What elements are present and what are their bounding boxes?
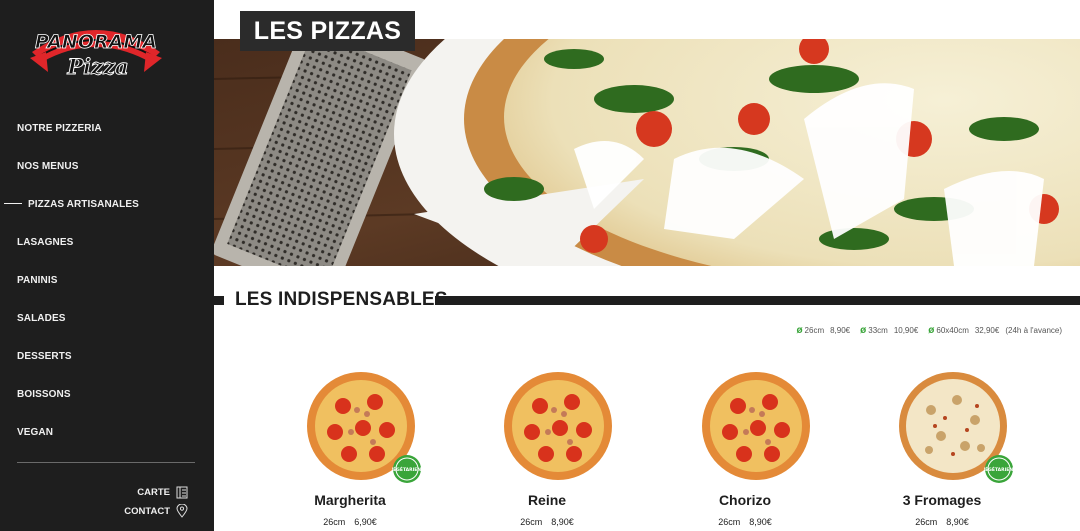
- contact-label: CONTACT: [124, 505, 170, 517]
- diameter-icon: ø: [928, 325, 935, 336]
- pizza-price: 26cm 8,90€: [457, 517, 637, 527]
- nav-item-boissons[interactable]: BOISSONS: [17, 389, 71, 400]
- section-rule-left: [214, 296, 224, 305]
- nav-item-notre-pizzeria[interactable]: NOTRE PIZZERIA: [17, 123, 102, 134]
- nav-item-nos-menus[interactable]: NOS MENUS: [17, 161, 78, 172]
- nav-item-salades[interactable]: SALADES: [17, 313, 65, 324]
- active-indicator: [4, 203, 22, 204]
- nav-item-paninis[interactable]: PANINIS: [17, 275, 58, 286]
- pizza-price-value: 8,90€: [551, 517, 574, 527]
- size-item-60x40: ø 60x40cm 32,90€ (24h à l'avance): [928, 325, 1062, 336]
- panorama-pizza-logo-icon: PANORAMA Pizza: [30, 30, 162, 79]
- pizza-price-value: 6,90€: [354, 517, 377, 527]
- section-rule-right: [435, 296, 1080, 305]
- sidebar: PANORAMA Pizza NOTRE PIZZERIA NOS MENUS …: [0, 0, 214, 531]
- pizza-image: [702, 372, 810, 480]
- contact-link[interactable]: CONTACT: [124, 504, 188, 518]
- pizza-size: 26cm: [520, 517, 543, 527]
- diameter-icon: ø: [796, 325, 803, 336]
- pizza-size: 26cm: [718, 517, 741, 527]
- size-item-26: ø 26cm 8,90€: [796, 325, 850, 336]
- pizza-card-3-fromages[interactable]: VÉGÉTARIENS 3 Fromages 26cm 8,90€: [852, 370, 1032, 531]
- size-price: 8,90€: [830, 326, 851, 335]
- nav-item-vegan[interactable]: VEGAN: [17, 427, 53, 438]
- pizza-price: 26cm 6,90€: [260, 517, 440, 527]
- pizza-price: 26cm 8,90€: [852, 517, 1032, 527]
- carte-label: CARTE: [137, 487, 170, 498]
- vegetarian-badge-icon: VÉGÉTARIENS: [392, 455, 422, 483]
- carte-link[interactable]: CARTE: [137, 486, 188, 499]
- diameter-icon: ø: [860, 325, 867, 336]
- size-label: 60x40cm: [936, 326, 969, 335]
- size-label: 33cm: [868, 326, 888, 335]
- section-title: LES INDISPENSABLES: [235, 289, 448, 310]
- hero-banner-image: [214, 39, 1080, 266]
- logo[interactable]: PANORAMA Pizza: [26, 14, 166, 86]
- page-title: LES PIZZAS: [240, 11, 415, 51]
- svg-text:Pizza: Pizza: [66, 54, 128, 79]
- nav-item-lasagnes[interactable]: LASAGNES: [17, 237, 73, 248]
- nav-item-pizzas-artisanales[interactable]: PIZZAS ARTISANALES: [28, 199, 139, 210]
- pizza-card-chorizo[interactable]: Chorizo 26cm 8,90€: [655, 370, 835, 531]
- pizza-size: 26cm: [323, 517, 346, 527]
- pizza-name: 3 Fromages: [902, 492, 982, 508]
- size-label: 26cm: [804, 326, 825, 335]
- pizza-card-reine[interactable]: Reine 26cm 8,90€: [457, 370, 637, 531]
- pizza-name: Margherita: [314, 492, 386, 508]
- svg-text:PANORAMA: PANORAMA: [35, 31, 157, 53]
- sidebar-divider: [17, 462, 195, 463]
- pizza-size: 26cm: [915, 517, 938, 527]
- main-content: LES PIZZAS LES INDISPENSABLES ø 26cm 8,9…: [214, 0, 1080, 531]
- pizza-name: Reine: [527, 492, 567, 508]
- size-price: 32,90€: [974, 326, 1000, 335]
- size-note: (24h à l'avance): [1005, 326, 1062, 335]
- pizza-name: Chorizo: [718, 492, 772, 508]
- size-price: 10,90€: [893, 326, 919, 335]
- menu-book-icon: [176, 486, 188, 499]
- size-item-33: ø 33cm 10,90€: [860, 325, 918, 336]
- nav-item-desserts[interactable]: DESSERTS: [17, 351, 72, 362]
- section-header: LES INDISPENSABLES: [214, 289, 1080, 316]
- pizza-image: [504, 372, 612, 480]
- pizza-price-value: 8,90€: [946, 517, 969, 527]
- vegetarian-badge-icon: VÉGÉTARIENS: [984, 455, 1014, 483]
- pizza-card-margherita[interactable]: VÉGÉTARIENS Margherita 26cm 6,90€: [260, 370, 440, 531]
- pizza-price: 26cm 8,90€: [655, 517, 835, 527]
- size-price-legend: ø 26cm 8,90€ ø 33cm 10,90€ ø 60x40cm 32,…: [796, 325, 1062, 336]
- pizza-photo-icon: [214, 39, 1080, 266]
- location-pin-icon: [176, 504, 188, 518]
- pizza-price-value: 8,90€: [749, 517, 772, 527]
